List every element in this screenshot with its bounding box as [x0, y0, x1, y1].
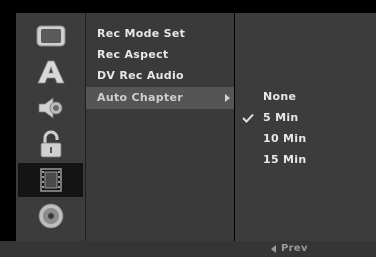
menu-item-rec-mode-set[interactable]: Rec Mode Set	[86, 23, 234, 45]
auto-chapter-options: None 5 Min 10 Min 15 Min	[235, 13, 376, 241]
menu-item-label: DV Rec Audio	[97, 69, 184, 82]
footer-hint-bar: Prev	[0, 241, 376, 257]
option-label: 10 Min	[263, 132, 307, 145]
sidebar-item-recording[interactable]	[18, 163, 83, 197]
menu-item-label: Rec Aspect	[97, 48, 169, 61]
padlock-icon	[40, 130, 61, 158]
menu-item-dv-rec-audio[interactable]: DV Rec Audio	[86, 65, 234, 87]
menu-item-label: Auto Chapter	[97, 91, 183, 104]
tv-screen-icon	[36, 25, 65, 47]
speaker-icon	[38, 97, 62, 119]
recording-settings-menu: Rec Mode Set Rec Aspect DV Rec Audio Aut…	[86, 13, 234, 241]
prev-hint: Prev	[281, 243, 308, 254]
sidebar-item-disc[interactable]	[18, 199, 83, 233]
sidebar-item-lock[interactable]	[18, 127, 83, 161]
dvd-setup-screen: Rec Mode Set Rec Aspect DV Rec Audio Aut…	[0, 0, 376, 257]
menu-item-auto-chapter[interactable]: Auto Chapter	[86, 87, 234, 109]
option-10-min[interactable]: 10 Min	[235, 129, 376, 149]
disc-icon	[38, 203, 63, 229]
checkmark-icon	[242, 113, 254, 123]
sidebar-item-display[interactable]	[18, 19, 83, 53]
setup-category-sidebar	[16, 13, 86, 241]
menu-item-label: Rec Mode Set	[97, 27, 186, 40]
option-label: None	[263, 90, 297, 103]
option-label: 5 Min	[263, 111, 299, 124]
left-arrow-icon	[271, 245, 276, 253]
letter-a-icon	[36, 60, 65, 84]
option-15-min[interactable]: 15 Min	[235, 150, 376, 170]
option-none[interactable]: None	[235, 87, 376, 107]
menu-item-rec-aspect[interactable]: Rec Aspect	[86, 44, 234, 66]
submenu-arrow-icon	[225, 94, 230, 102]
film-strip-icon	[39, 168, 62, 192]
sidebar-item-audio[interactable]	[18, 91, 83, 125]
option-label: 15 Min	[263, 153, 307, 166]
option-5-min[interactable]: 5 Min	[235, 108, 376, 128]
sidebar-item-language[interactable]	[18, 55, 83, 89]
